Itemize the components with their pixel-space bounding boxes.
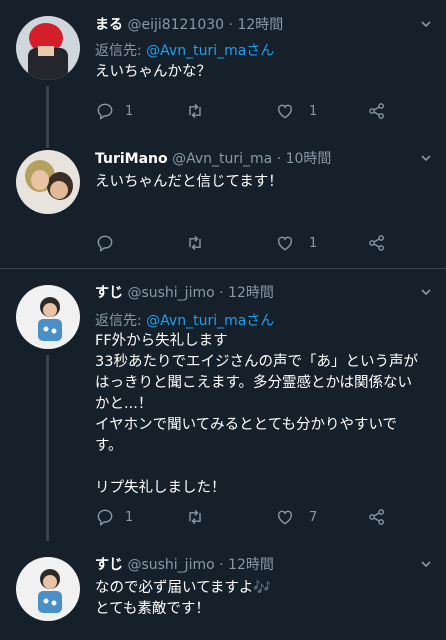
dot: · bbox=[228, 17, 233, 33]
tweet-line bbox=[95, 457, 426, 478]
tweet-text: えいちゃんかな？ bbox=[95, 62, 426, 83]
thread-line bbox=[46, 355, 49, 541]
share-button[interactable] bbox=[367, 100, 387, 122]
share-icon bbox=[369, 103, 384, 119]
handle[interactable]: @sushi_jimo bbox=[127, 285, 214, 301]
tweet-line: リプ失礼しました！ bbox=[95, 480, 226, 496]
timestamp[interactable]: 12時間 bbox=[228, 285, 274, 301]
avatar[interactable] bbox=[16, 16, 80, 80]
reply-icon bbox=[97, 509, 113, 526]
timestamp[interactable]: 10時間 bbox=[286, 151, 332, 167]
heart-icon bbox=[278, 236, 292, 251]
reply-count: 1 bbox=[125, 103, 134, 119]
tweet-2[interactable]: TuriMano @Avn_turi_ma · 10時間 えいちゃんだと信じてま… bbox=[0, 148, 446, 268]
tweet-header: まる @eiji8121030 · 12時間 bbox=[95, 16, 406, 34]
avatar[interactable] bbox=[16, 285, 80, 349]
chevron-down-icon[interactable] bbox=[420, 286, 432, 298]
heart-icon bbox=[278, 510, 292, 525]
tweet-header: すじ @sushi_jimo · 12時間 bbox=[95, 284, 406, 302]
like-button[interactable]: 7 bbox=[275, 506, 317, 528]
retweet-icon bbox=[189, 235, 201, 251]
retweet-button[interactable] bbox=[185, 232, 215, 254]
like-count: 1 bbox=[309, 235, 318, 251]
tweet-text: なので必ず届いてますよ🎶 とても素敵です！ bbox=[95, 578, 426, 620]
dot: · bbox=[219, 285, 224, 301]
reply-prefix: 返信先: bbox=[95, 313, 147, 329]
timestamp[interactable]: 12時間 bbox=[228, 557, 274, 573]
handle[interactable]: @Avn_turi_ma bbox=[172, 151, 272, 167]
tweet-line: 33秒あたりでエイジさんの声で「あ」という声が bbox=[95, 354, 418, 370]
tweet-line: FF外から失礼します bbox=[95, 333, 228, 349]
retweet-button[interactable] bbox=[185, 506, 215, 528]
like-button[interactable]: 1 bbox=[275, 100, 317, 122]
share-icon bbox=[369, 509, 384, 525]
share-button[interactable] bbox=[367, 232, 387, 254]
reply-icon bbox=[97, 103, 113, 120]
tweet-line: イヤホンで聞いてみるととても分かりやすいで bbox=[95, 417, 398, 433]
reply-prefix: 返信先: bbox=[95, 43, 147, 59]
tweet-actions: 1 7 bbox=[95, 506, 422, 528]
avatar[interactable] bbox=[16, 557, 80, 621]
reply-to: 返信先: @Avn_turi_maさん bbox=[95, 310, 274, 330]
reply-handle-link[interactable]: @Avn_turi_maさん bbox=[146, 313, 274, 329]
tweet-line: かと...！ bbox=[95, 396, 153, 412]
thread-line bbox=[46, 86, 49, 148]
retweet-icon bbox=[189, 103, 201, 119]
reply-handle-link[interactable]: @Avn_turi_maさん bbox=[146, 43, 274, 59]
tweet-header: すじ @sushi_jimo · 12時間 bbox=[95, 556, 406, 574]
tweet-3[interactable]: すじ @sushi_jimo · 12時間 返信先: @Avn_turi_maさ… bbox=[0, 269, 446, 541]
dot: · bbox=[219, 557, 224, 573]
reply-button[interactable] bbox=[95, 232, 125, 254]
like-count: 7 bbox=[309, 509, 318, 525]
display-name[interactable]: すじ bbox=[95, 557, 123, 573]
timestamp[interactable]: 12時間 bbox=[237, 17, 283, 33]
reply-to: 返信先: @Avn_turi_maさん bbox=[95, 40, 274, 60]
tweet-line: す。 bbox=[95, 438, 123, 454]
tweet-actions: 1 1 bbox=[95, 100, 422, 122]
tweet-line: えいちゃんかな？ bbox=[95, 64, 211, 80]
retweet-icon bbox=[189, 509, 201, 525]
tweet-text: えいちゃんだと信じてます！ bbox=[95, 172, 426, 193]
tweet-header: TuriMano @Avn_turi_ma · 10時間 bbox=[95, 150, 406, 168]
tweet-4[interactable]: すじ @sushi_jimo · 12時間 なので必ず届いてますよ🎶 とても素敵… bbox=[0, 541, 446, 640]
like-button[interactable]: 1 bbox=[275, 232, 317, 254]
reply-count: 1 bbox=[125, 509, 134, 525]
tweet-1[interactable]: まる @eiji8121030 · 12時間 返信先: @Avn_turi_ma… bbox=[0, 0, 446, 148]
handle[interactable]: @sushi_jimo bbox=[127, 557, 214, 573]
tweet-line: なので必ず届いてますよ🎶 bbox=[95, 580, 272, 596]
tweet-line: えいちゃんだと信じてます！ bbox=[95, 174, 283, 190]
chevron-down-icon[interactable] bbox=[420, 18, 432, 30]
handle[interactable]: @eiji8121030 bbox=[127, 17, 224, 33]
display-name[interactable]: TuriMano bbox=[95, 151, 168, 167]
tweet-line: とても素敵です！ bbox=[95, 601, 210, 617]
display-name[interactable]: まる bbox=[95, 17, 123, 33]
tweet-line: はっきりと聞こえます。多分霊感とかは関係ない bbox=[95, 375, 412, 391]
reply-button[interactable]: 1 bbox=[95, 100, 133, 122]
avatar[interactable] bbox=[16, 150, 80, 214]
retweet-button[interactable] bbox=[185, 100, 215, 122]
share-button[interactable] bbox=[367, 506, 387, 528]
tweet-text: FF外から失礼します 33秒あたりでエイジさんの声で「あ」という声が はっきりと… bbox=[95, 331, 426, 499]
display-name[interactable]: すじ bbox=[95, 285, 123, 301]
dot: · bbox=[276, 151, 282, 167]
reply-icon bbox=[97, 235, 113, 252]
chevron-down-icon[interactable] bbox=[420, 558, 432, 570]
reply-button[interactable]: 1 bbox=[95, 506, 133, 528]
tweet-actions: 1 bbox=[95, 232, 422, 254]
heart-icon bbox=[278, 104, 292, 119]
like-count: 1 bbox=[309, 103, 318, 119]
chevron-down-icon[interactable] bbox=[420, 152, 432, 164]
share-icon bbox=[369, 235, 384, 251]
